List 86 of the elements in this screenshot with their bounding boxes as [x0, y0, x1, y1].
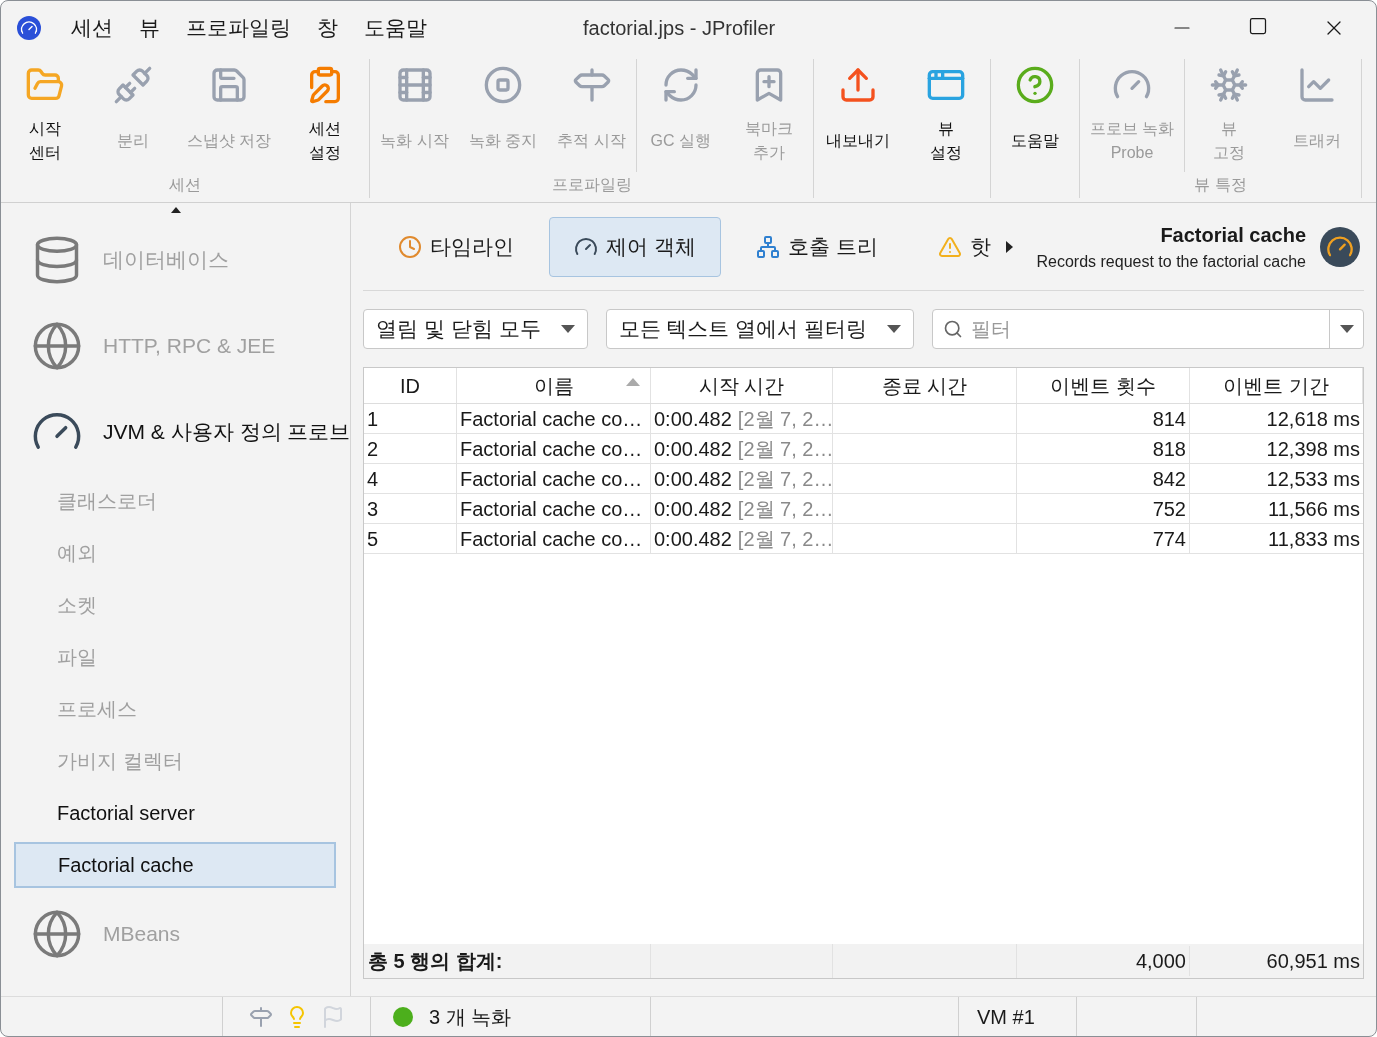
table-cell: 2 — [364, 434, 457, 463]
filter-dropdown[interactable]: 모든 텍스트 열에서 필터링 — [605, 309, 915, 349]
total-duration: 60,951 ms — [1265, 949, 1361, 974]
menu-item[interactable]: 도움말 — [364, 12, 427, 44]
table-cell-text: 0:00.482 — [654, 527, 732, 552]
globe-icon — [31, 320, 83, 372]
view-tab[interactable]: 제어 객체 — [549, 216, 721, 277]
toolbar-button[interactable]: 세션 설정 — [281, 59, 370, 172]
toolbar-button[interactable]: 시작 센터 — [1, 59, 89, 172]
table-cell: Factorial cache co… — [457, 434, 651, 463]
date-text: [2월 7, 2… — [737, 467, 834, 492]
probe-description: Records request to the factorial cache — [1036, 251, 1306, 272]
app-logo-icon — [17, 16, 41, 40]
menu-item[interactable]: 창 — [317, 12, 338, 44]
plug-icon — [113, 65, 153, 105]
table-cell-text: 11,833 ms — [1267, 527, 1361, 552]
table-cell-text: 0:00.482 — [654, 467, 732, 492]
menu-item[interactable]: 프로파일링 — [186, 12, 291, 44]
menu-item[interactable]: 세션 — [71, 12, 113, 44]
window-title: factorial.jps - JProfiler — [583, 16, 776, 41]
table-cell: 774 — [1017, 524, 1190, 553]
maximize-icon[interactable] — [1248, 16, 1268, 36]
table-cell-text: 12,618 ms — [1265, 407, 1361, 432]
toolbar-button[interactable]: 뷰 설정 — [901, 59, 990, 172]
table-cell-text: 0:00.482 — [654, 437, 732, 462]
probe-title: Factorial cache — [1160, 222, 1306, 248]
table-cell: 752 — [1017, 494, 1190, 523]
category-item[interactable]: JVM & 사용자 정의 프로브 — [15, 389, 350, 475]
stop-icon — [483, 65, 524, 105]
globe-icon — [31, 908, 83, 960]
table-cell-text: 11,566 ms — [1267, 497, 1361, 522]
search-field[interactable]: 필터 — [963, 314, 1329, 344]
scroll-up-icon[interactable] — [170, 207, 181, 213]
menu-item[interactable]: 뷰 — [139, 12, 160, 44]
column-header[interactable]: 이벤트 기간 — [1190, 368, 1363, 403]
column-header[interactable]: 이름 — [457, 368, 651, 403]
table-cell: 4 — [364, 464, 457, 493]
table-cell-text: 12,398 ms — [1265, 437, 1361, 462]
date-text: [2월 7, 2… — [737, 437, 834, 462]
table-cell: Factorial cache co… — [457, 494, 651, 523]
snowflake-icon — [1209, 65, 1250, 105]
table-cell: 814 — [1017, 404, 1190, 433]
filter-dropdown[interactable]: 열림 및 닫힘 모두 — [363, 309, 588, 349]
vm-label: VM #1 — [977, 1004, 1035, 1030]
date-text: [2월 7, 2… — [737, 407, 834, 432]
toolbar-button[interactable]: 내보내기 — [813, 59, 902, 172]
warning-icon — [937, 234, 962, 259]
view-tab[interactable]: 호출 트리 — [730, 216, 903, 277]
group-label: 프로파일링 — [551, 175, 632, 195]
dropdown-arrow-icon — [560, 325, 575, 333]
table-cell: 5 — [364, 524, 457, 553]
toolbar-button[interactable]: 도움말 — [990, 59, 1079, 172]
table-cell: 3 — [364, 494, 457, 523]
table-cell: Factorial cache co… — [457, 404, 651, 433]
search-box[interactable]: 필터 — [932, 309, 1364, 349]
column-header[interactable]: ID — [364, 368, 457, 403]
more-tabs-arrow-icon[interactable] — [1005, 240, 1014, 253]
tree-icon — [755, 234, 780, 259]
column-header[interactable]: 이벤트 횟수 — [1017, 368, 1190, 403]
dropdown-arrow-icon — [887, 325, 902, 333]
recording-status: 3 개 녹화 — [429, 1004, 512, 1030]
help-icon — [1014, 65, 1055, 105]
table-cell: Factorial cache co… — [457, 524, 651, 553]
date-text: [2월 7, 2… — [737, 527, 834, 552]
group-label: 뷰 특정 — [1194, 175, 1247, 195]
group-label: 세션 — [169, 175, 202, 195]
table-cell-text: 0:00.482 — [654, 497, 732, 522]
table-cell-text: 12,533 ms — [1265, 467, 1361, 492]
sidebar-item[interactable]: Factorial cache — [14, 842, 336, 888]
dropdown-arrow-icon[interactable] — [1339, 325, 1354, 333]
total-label: 총 5 행의 합계: — [368, 949, 503, 974]
table-cell: 842 — [1017, 464, 1190, 493]
gauge-icon — [1320, 226, 1360, 267]
sort-ascending-icon — [626, 378, 640, 386]
table-cell: 1 — [364, 404, 457, 433]
sidebar-item[interactable]: Factorial server — [15, 790, 336, 836]
column-header[interactable]: 종료 시간 — [833, 368, 1017, 403]
total-count: 4,000 — [1017, 946, 1190, 976]
table-cell: 818 — [1017, 434, 1190, 463]
search-icon — [943, 319, 964, 339]
table-cell-text: 0:00.482 — [654, 407, 732, 432]
column-header[interactable]: 시작 시간 — [651, 368, 833, 403]
view-tab[interactable]: 핫 — [912, 216, 1016, 277]
table-cell: Factorial cache co… — [457, 464, 651, 493]
view-tab[interactable]: 타임라인 — [373, 216, 539, 277]
date-text: [2월 7, 2… — [737, 497, 834, 522]
